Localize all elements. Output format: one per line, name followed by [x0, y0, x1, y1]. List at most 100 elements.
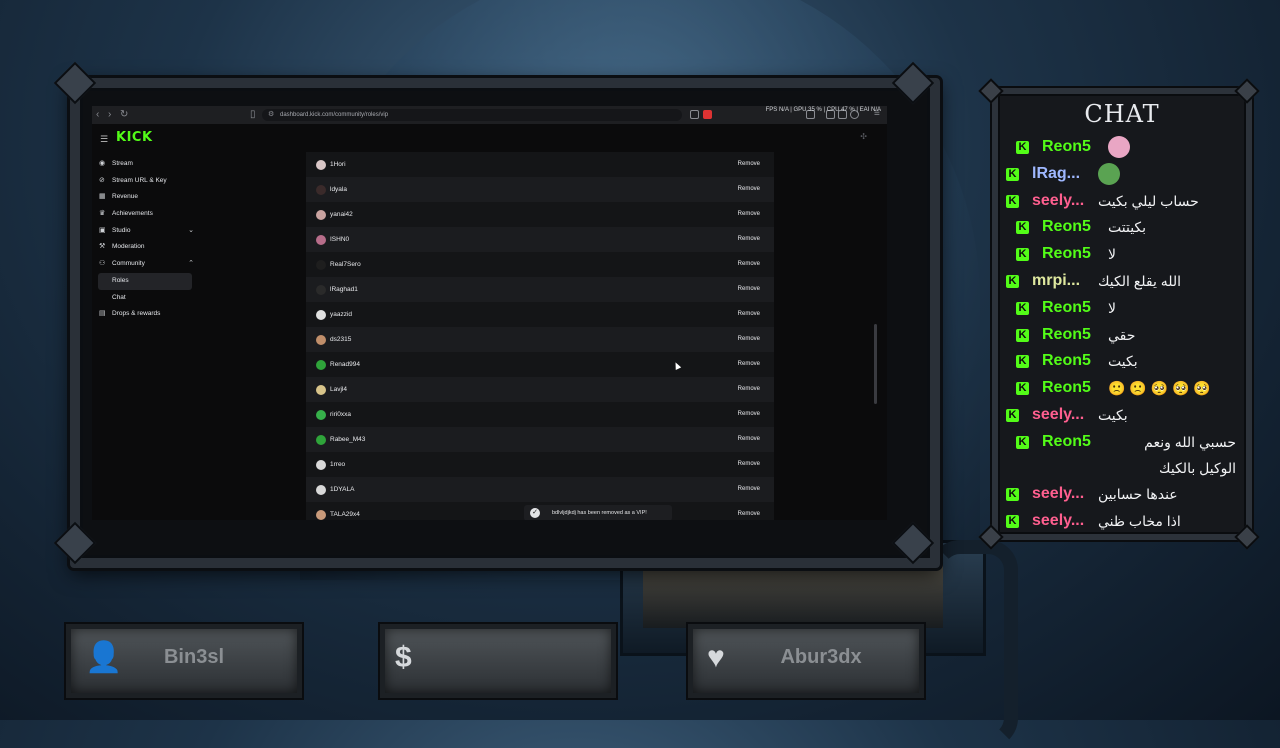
chat-message-text: حسبي الله ونعم الوكيل بالكيك	[1144, 433, 1236, 476]
remove-button[interactable]: Remove	[738, 452, 760, 477]
community-icon: ⚇	[99, 260, 106, 268]
chat-username[interactable]: Reon5	[1042, 322, 1091, 349]
vip-row: riri0xxa Remove	[306, 402, 774, 427]
vip-username[interactable]: 1rreo	[330, 452, 345, 477]
address-bar[interactable]: ⚙ dashboard.kick.com/community/roles/vip	[262, 109, 682, 121]
remove-button[interactable]: Remove	[738, 277, 760, 302]
chat-message: KlRag...	[1006, 161, 1242, 188]
sidebar-item-chat[interactable]: Chat	[92, 290, 202, 307]
chat-username[interactable]: seely...	[1032, 188, 1084, 215]
sidebar-item-roles[interactable]: Roles	[98, 272, 192, 290]
remove-button[interactable]: Remove	[738, 327, 760, 352]
vip-username[interactable]: Lavjl4	[330, 377, 347, 402]
chat-username[interactable]: Reon5	[1042, 375, 1091, 402]
back-icon[interactable]: ‹	[96, 109, 99, 120]
vip-row: Real7Sero Remove	[306, 252, 774, 277]
kick-badge-icon: K	[1006, 487, 1019, 501]
extension-icon[interactable]	[690, 110, 699, 119]
vip-username[interactable]: riri0xxa	[330, 402, 351, 427]
avatar	[316, 235, 326, 245]
extension-puzzle-icon[interactable]: ✣	[860, 132, 867, 141]
vip-username[interactable]: ds2315	[330, 327, 351, 352]
vip-username[interactable]: 1DYALA	[330, 477, 354, 502]
sidebar-item-studio[interactable]: ▣ Studio ⌄	[92, 223, 202, 240]
dollar-icon: $	[395, 641, 412, 674]
sidebar-item-stream[interactable]: ◉ Stream	[92, 156, 202, 173]
chat-title: CHAT	[1084, 100, 1160, 128]
hamburger-icon[interactable]: ☰	[100, 134, 108, 145]
url-text[interactable]: dashboard.kick.com/community/roles/vip	[280, 109, 388, 121]
remove-button[interactable]: Remove	[738, 402, 760, 427]
kick-badge-icon: K	[1016, 248, 1029, 262]
chat-message: K Reon5 حقي	[1006, 322, 1242, 349]
vip-username[interactable]: yanai42	[330, 202, 353, 227]
remove-button[interactable]: Remove	[738, 227, 760, 252]
chat-message-text: لا	[1108, 299, 1116, 316]
sidebar-item-achievements[interactable]: ♛ Achievements	[92, 206, 202, 223]
vip-username[interactable]: TALA29x4	[330, 502, 360, 520]
link-icon: ⊘	[99, 176, 105, 184]
vip-username[interactable]: lRaghad1	[330, 277, 358, 302]
chat-username[interactable]: Reon5	[1042, 214, 1091, 241]
chat-username[interactable]: mrpi...	[1032, 268, 1080, 295]
vip-row: Renad994 Remove	[306, 352, 774, 377]
vip-row: yanai42 Remove	[306, 202, 774, 227]
chat-messages: K Reon5 KlRag... Kseely... حساب ليلي بكيت K Re…	[1006, 134, 1242, 534]
sidebar-item-label: Moderation	[112, 243, 145, 251]
sidebar-item-revenue[interactable]: ▦ Revenue	[92, 189, 202, 206]
remove-button[interactable]: Remove	[738, 177, 760, 202]
chat-username[interactable]: seely...	[1032, 481, 1084, 508]
vip-row: 1Hori Remove	[306, 152, 774, 177]
sidebar-item-label: Chat	[112, 293, 126, 301]
vip-username[interactable]: 1Hori	[330, 152, 346, 177]
sidebar-item-community[interactable]: ⚇ Community ⌃	[92, 256, 202, 273]
chat-username[interactable]: seely...	[1032, 402, 1084, 429]
sidebar-item-label: Stream URL & Key	[112, 176, 167, 184]
chat-username[interactable]: seely...	[1032, 508, 1084, 535]
studio-icon: ▣	[99, 226, 106, 234]
chat-username[interactable]: Reon5	[1042, 348, 1091, 375]
remove-button[interactable]: Remove	[738, 252, 760, 277]
chat-username[interactable]: lRag...	[1032, 161, 1080, 188]
remove-button[interactable]: Remove	[738, 202, 760, 227]
vip-username[interactable]: yaazzid	[330, 302, 352, 327]
kick-badge-icon: K	[1016, 435, 1029, 449]
remove-button[interactable]: Remove	[738, 477, 760, 502]
remove-button[interactable]: Remove	[738, 352, 760, 377]
avatar	[316, 460, 326, 470]
sidebar-item-label: Stream	[112, 160, 133, 167]
sidebar-item-stream-url-key[interactable]: ⊘ Stream URL & Key	[92, 173, 202, 190]
chat-username[interactable]: Reon5	[1042, 134, 1091, 161]
reload-icon[interactable]: ↻	[120, 109, 128, 120]
site-info-icon[interactable]: ⚙	[268, 110, 274, 118]
forward-icon[interactable]: ›	[108, 109, 111, 120]
remove-button[interactable]: Remove	[738, 302, 760, 327]
chat-username[interactable]: Reon5	[1042, 429, 1091, 456]
bookmark-icon[interactable]: ▯	[250, 109, 256, 120]
chat-username[interactable]: Reon5	[1042, 295, 1091, 322]
sidebar-item-drops-rewards[interactable]: ▤ Drops & rewards	[92, 306, 202, 323]
chat-username[interactable]: Reon5	[1042, 241, 1091, 268]
sidebar-item-moderation[interactable]: ⚒ Moderation	[92, 239, 202, 256]
scrollbar[interactable]	[874, 324, 877, 404]
remove-button[interactable]: Remove	[738, 152, 760, 177]
remove-button[interactable]: Remove	[738, 502, 760, 520]
vip-row: 1DYALA Remove	[306, 477, 774, 502]
chat-message: Kmrpi... الله يقلع الكيك	[1006, 268, 1242, 295]
vip-username[interactable]: Rabee_M43	[330, 427, 365, 452]
vip-username[interactable]: ISHN0	[330, 227, 349, 252]
extension-icon[interactable]	[703, 110, 712, 119]
kick-logo[interactable]: KICK	[116, 130, 153, 145]
chat-message: K Reon5	[1006, 134, 1242, 161]
vip-username[interactable]: Real7Sero	[330, 252, 361, 277]
vip-username[interactable]: ldyala	[330, 177, 347, 202]
avatar	[316, 435, 326, 445]
remove-button[interactable]: Remove	[738, 377, 760, 402]
chat-emote-icon	[1108, 136, 1130, 158]
avatar	[316, 260, 326, 270]
avatar	[316, 285, 326, 295]
vip-username[interactable]: Renad994	[330, 352, 360, 377]
chevron-up-icon: ⌃	[188, 260, 194, 268]
chat-message-text: حساب ليلي بكيت	[1098, 192, 1199, 209]
remove-button[interactable]: Remove	[738, 427, 760, 452]
